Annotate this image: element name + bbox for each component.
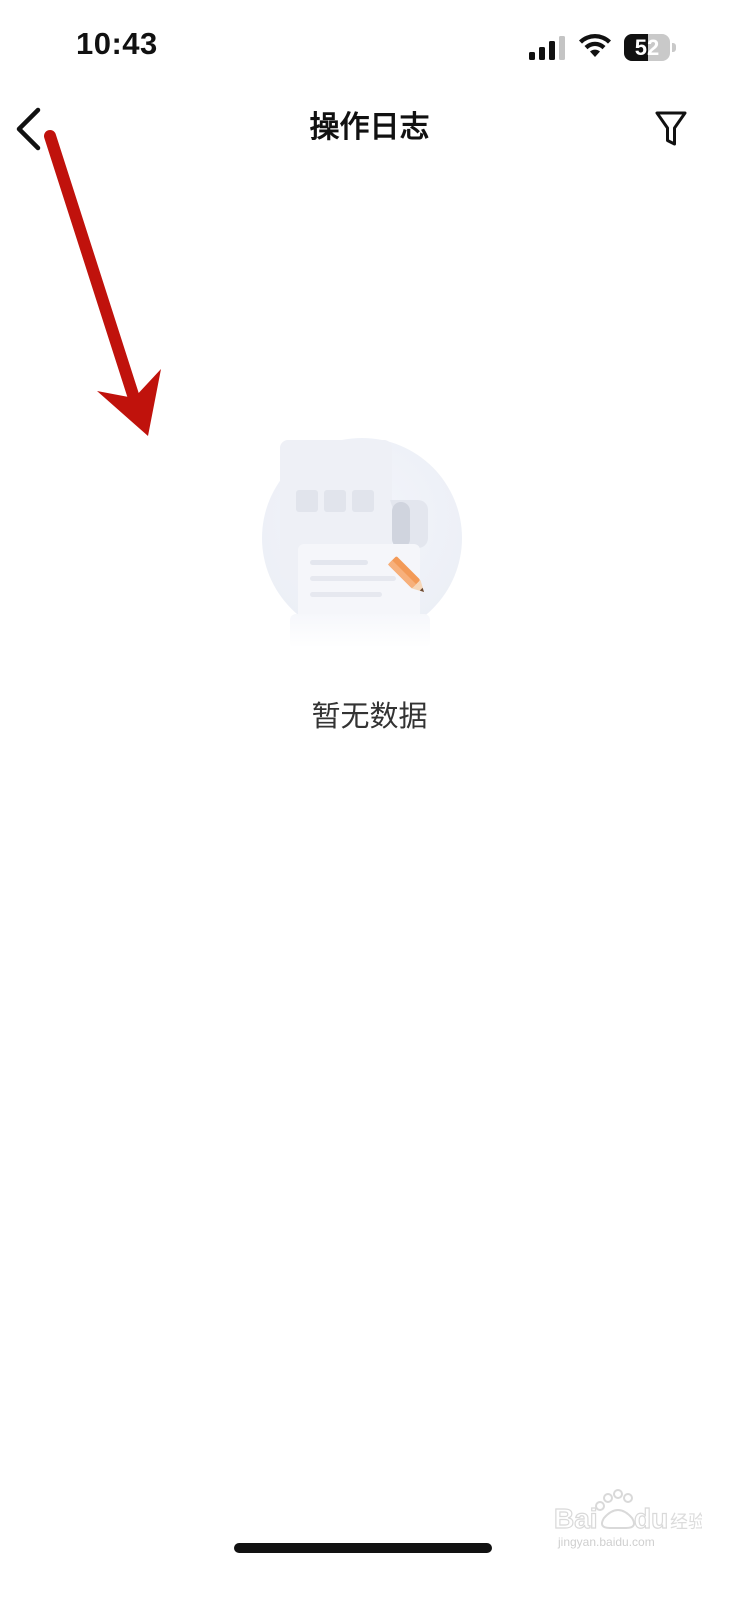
wifi-icon (579, 34, 611, 57)
signal-icon (529, 36, 565, 60)
battery-level: 52 (634, 35, 660, 60)
svg-text:经验: 经验 (670, 1512, 702, 1533)
svg-text:jingyan.baidu.com: jingyan.baidu.com (557, 1535, 655, 1549)
annotation-arrow (44, 130, 161, 436)
svg-text:Bai: Bai (554, 1503, 598, 1534)
battery-body: 52 (624, 34, 670, 61)
filter-icon (655, 111, 687, 146)
filter-button[interactable] (648, 106, 694, 152)
home-indicator[interactable] (234, 1543, 492, 1553)
nav-bar: 操作日志 (0, 90, 739, 170)
status-bar: 10:43 52 (0, 0, 739, 90)
battery-icon: 52 (624, 34, 676, 61)
baidu-watermark-logo: Bai du 经验 jingyan.baidu.com (553, 1489, 702, 1549)
svg-text:du: du (634, 1503, 668, 1534)
empty-document-illustration (262, 438, 462, 648)
status-time: 10:43 (76, 26, 158, 61)
empty-state-message: 暂无数据 (311, 699, 428, 733)
battery-cap (672, 43, 676, 52)
page-title: 操作日志 (309, 110, 430, 145)
